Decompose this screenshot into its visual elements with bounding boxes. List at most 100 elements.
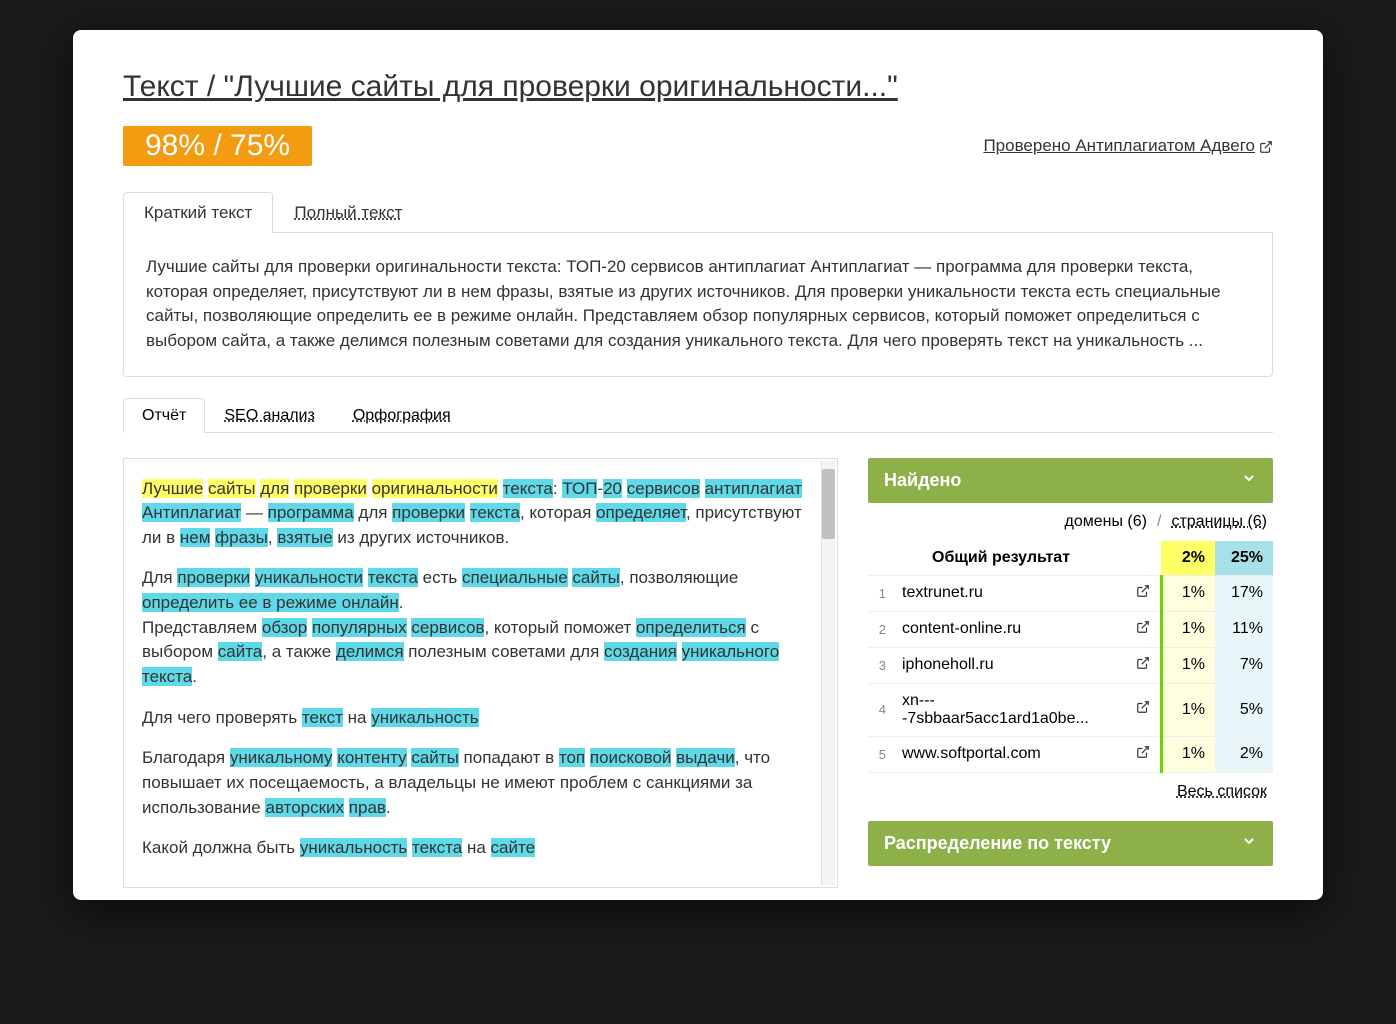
verified-by-link[interactable]: Проверено Антиплагиатом Адвего — [983, 136, 1273, 156]
table-row[interactable]: 2content-online.ru 1%11% — [868, 611, 1273, 647]
header-row: 98% / 75% Проверено Антиплагиатом Адвего — [123, 126, 1273, 166]
external-link-icon[interactable] — [1126, 611, 1162, 647]
table-row[interactable]: 4xn----7sbbaar5acc1ard1a0be... 1%5% — [868, 683, 1273, 736]
page-title[interactable]: Текст / "Лучшие сайты для проверки ориги… — [123, 70, 1273, 104]
distribution-panel-header[interactable]: Распределение по тексту — [868, 821, 1273, 866]
hl: делимся — [336, 642, 404, 661]
table-row[interactable]: 3iphoneholl.ru1%7% — [868, 647, 1273, 683]
results-table: Общий результат 2% 25% 1textrunet.ru1%17… — [868, 541, 1273, 773]
overall-p1: 2% — [1161, 541, 1215, 576]
row-index: 2 — [868, 611, 892, 647]
row-p1: 1% — [1161, 647, 1215, 683]
row-p1: 1% — [1161, 575, 1215, 611]
hl: текста — [142, 667, 192, 686]
separator: / — [1157, 513, 1161, 531]
hl: сервисов — [627, 479, 700, 498]
overall-p2: 25% — [1215, 541, 1273, 576]
hl: 20 — [603, 479, 622, 498]
external-link-icon[interactable] — [1126, 683, 1162, 736]
tab-seo[interactable]: SEO анализ — [205, 398, 333, 433]
hl: программа — [268, 503, 354, 522]
hl: ТОП — [562, 479, 597, 498]
tab-report[interactable]: Отчёт — [123, 398, 205, 433]
tab-full-text[interactable]: Полный текст — [273, 192, 423, 233]
hl: выдачи — [676, 748, 735, 767]
hl: определяет — [596, 503, 686, 522]
row-p2: 11% — [1215, 611, 1273, 647]
chevron-down-icon — [1241, 833, 1257, 854]
external-link-icon[interactable] — [1126, 736, 1162, 772]
table-row[interactable]: 1textrunet.ru 1%17% — [868, 575, 1273, 611]
scroll-thumb[interactable] — [822, 469, 835, 539]
found-label: Найдено — [884, 470, 961, 491]
hl: прав — [349, 798, 386, 817]
row-p2: 2% — [1215, 736, 1273, 772]
hl: определиться — [636, 618, 746, 637]
scrollbar[interactable] — [821, 461, 835, 885]
hl: сайты — [572, 568, 619, 587]
originality-score-badge: 98% / 75% — [123, 126, 312, 166]
row-p2: 7% — [1215, 647, 1273, 683]
hl: уникального — [682, 642, 780, 661]
distribution-label: Распределение по тексту — [884, 833, 1111, 854]
row-index: 3 — [868, 647, 892, 683]
hl: текста — [368, 568, 418, 587]
highlighted-text: Лучшие сайты для проверки оригинальности… — [124, 459, 837, 888]
row-domain: xn----7sbbaar5acc1ard1a0be... — [892, 683, 1126, 736]
sidebar: Найдено домены (6) / страницы (6) Общий … — [868, 458, 1273, 888]
row-index: 4 — [868, 683, 892, 736]
hl: определить ее в режиме онлайн — [142, 593, 399, 612]
overall-label: Общий результат — [892, 541, 1126, 576]
row-p2: 5% — [1215, 683, 1273, 736]
hl: фразы — [215, 528, 268, 547]
hl: сайта — [218, 642, 263, 661]
row-index: 1 — [868, 575, 892, 611]
hl: популярных — [312, 618, 407, 637]
found-subtabs: домены (6) / страницы (6) — [868, 503, 1273, 541]
hl: текст — [302, 708, 343, 727]
external-link-icon[interactable] — [1126, 647, 1162, 683]
row-domain: www.softportal.com — [892, 736, 1126, 772]
hl: текста — [503, 479, 553, 498]
highlighted-text-panel: Лучшие сайты для проверки оригинальности… — [123, 458, 838, 888]
row-domain: content-online.ru — [892, 611, 1126, 647]
hl: обзор — [262, 618, 307, 637]
hl: текста — [470, 503, 520, 522]
row-p1: 1% — [1161, 611, 1215, 647]
hl: для — [260, 479, 289, 498]
overall-row: Общий результат 2% 25% — [868, 541, 1273, 576]
row-p1: 1% — [1161, 736, 1215, 772]
hl: проверки — [177, 568, 250, 587]
tab-spelling[interactable]: Орфография — [334, 398, 470, 433]
report-area: Лучшие сайты для проверки оригинальности… — [123, 458, 1273, 888]
hl: сайты — [411, 748, 458, 767]
row-domain: textrunet.ru — [892, 575, 1126, 611]
chevron-down-icon — [1241, 470, 1257, 491]
row-p2: 17% — [1215, 575, 1273, 611]
hl: сайте — [491, 838, 536, 857]
summary-text: Лучшие сайты для проверки оригинальности… — [123, 233, 1273, 377]
hl: проверки — [392, 503, 465, 522]
text-tabs: Краткий текст Полный текст — [123, 191, 1273, 233]
hl: сервисов — [411, 618, 484, 637]
found-panel-header[interactable]: Найдено — [868, 458, 1273, 503]
hl: поисковой — [590, 748, 672, 767]
hl: сайты — [208, 479, 255, 498]
row-index: 5 — [868, 736, 892, 772]
hl: Антиплагиат — [142, 503, 241, 522]
hl: проверки — [294, 479, 367, 498]
app-window: Текст / "Лучшие сайты для проверки ориги… — [73, 30, 1323, 900]
verified-by-label: Проверено Антиплагиатом Адвего — [983, 136, 1255, 156]
domains-tab[interactable]: домены (6) — [1065, 513, 1147, 531]
hl: авторских — [265, 798, 344, 817]
hl: уникальность — [371, 708, 478, 727]
hl: Лучшие — [142, 479, 203, 498]
pages-tab[interactable]: страницы (6) — [1171, 513, 1267, 531]
tab-short-text[interactable]: Краткий текст — [123, 192, 273, 233]
hl: уникальность — [300, 838, 407, 857]
row-p1: 1% — [1161, 683, 1215, 736]
full-list-link[interactable]: Весь список — [868, 773, 1273, 821]
external-link-icon[interactable] — [1126, 575, 1162, 611]
table-row[interactable]: 5www.softportal.com 1%2% — [868, 736, 1273, 772]
hl: текста — [412, 838, 462, 857]
